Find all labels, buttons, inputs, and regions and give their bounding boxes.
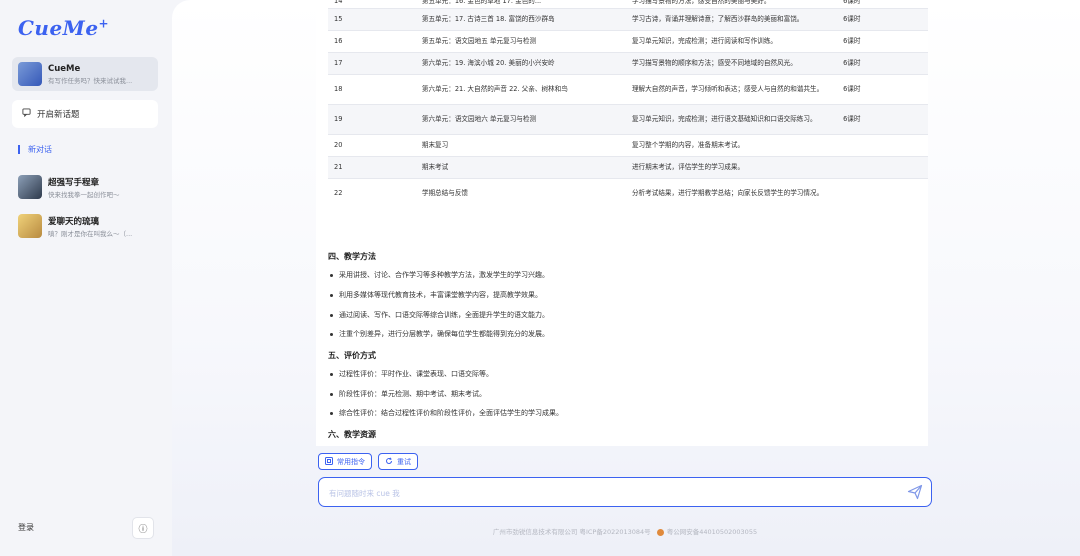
send-icon[interactable] bbox=[907, 484, 923, 500]
chat-subtitle: 嗔？刚才是你在叫我么～（... bbox=[48, 229, 133, 238]
list-item: 综合性评价：结合过程性评价和阶段性评价，全面评估学生的学习成果。 bbox=[328, 408, 563, 418]
table-cell: 15 bbox=[328, 8, 416, 31]
table-cell: 第六单元：21. 大自然的声音 22. 父亲、树林和鸟 bbox=[415, 74, 626, 105]
chat-subtitle: 有写作任务吗？快来试试我... bbox=[48, 76, 133, 85]
list-item: 采用讲授、讨论、合作学习等多种教学方法，激发学生的学习兴趣。 bbox=[328, 270, 549, 280]
chat-title: 超强写手程章 bbox=[48, 177, 100, 188]
table-cell: 期末考试 bbox=[415, 156, 626, 179]
table-cell: 第五单元：语文园地五 单元复习与检测 bbox=[415, 30, 626, 53]
table-cell: 第五单元：17. 古诗三首 18. 富饶的西沙群岛 bbox=[415, 8, 626, 31]
icp-link[interactable]: 广州市劲锐信息技术有限公司 粤ICP备2022013084号 bbox=[493, 528, 651, 536]
table-cell: 进行期末考试，评估学生的学习成果。 bbox=[625, 156, 838, 179]
police-record-link[interactable]: 粤公网安备44010502003055 bbox=[667, 528, 757, 536]
table-row: 21 期末考试 进行期末考试，评估学生的学习成果。 bbox=[328, 156, 928, 179]
table-row: 16 第五单元：语文园地五 单元复习与检测 复习单元知识，完成检测；进行阅读和写作训… bbox=[328, 30, 928, 53]
chat-title: CueMe bbox=[48, 63, 81, 74]
table-cell: 16 bbox=[328, 30, 416, 53]
table-cell: 6课时 bbox=[837, 52, 928, 75]
table-cell: 复习整个学期的内容，准备期末考试。 bbox=[625, 134, 838, 157]
list-item: 通过阅读、写作、口语交际等综合训练，全面提升学生的语文能力。 bbox=[328, 310, 549, 320]
avatar bbox=[18, 175, 42, 199]
table-cell: 学习古诗，背诵并理解诗意；了解西沙群岛的美丽和富饶。 bbox=[625, 8, 838, 31]
chat-item-writer[interactable]: 超强写手程章 快来找我拳一起创作吧～ bbox=[12, 170, 158, 204]
table-cell: 复习单元知识，完成检测；进行阅读和写作训练。 bbox=[625, 30, 838, 53]
new-topic-button[interactable]: 开启新话题 bbox=[12, 100, 158, 128]
chat-title: 爱聊天的琉璃 bbox=[48, 216, 100, 227]
section-label: 新对话 bbox=[28, 145, 52, 154]
police-badge-icon bbox=[656, 528, 664, 536]
retry-button[interactable]: 重试 bbox=[378, 453, 418, 470]
table-cell: 学期总结与反馈 bbox=[415, 178, 626, 209]
table-cell: 20 bbox=[328, 134, 416, 157]
avatar bbox=[18, 214, 42, 238]
avatar bbox=[18, 62, 42, 86]
table-cell: 第五单元：16. 金色的草地 17. 金色的... bbox=[415, 0, 626, 9]
retry-label: 重试 bbox=[397, 457, 411, 466]
chat-item-cueme[interactable]: CueMe 有写作任务吗？快来试试我... bbox=[12, 57, 158, 91]
new-chat-icon bbox=[22, 108, 31, 120]
table-row: 17 第六单元：19. 海滨小城 20. 美丽的小兴安岭 学习描写景物的顺序和方法；… bbox=[328, 52, 928, 75]
login-link[interactable]: 登录 bbox=[18, 522, 34, 533]
chat-subtitle: 快来找我拳一起创作吧～ bbox=[48, 190, 120, 199]
table-cell bbox=[837, 156, 928, 179]
table-cell: 学习描写景物的方法，感受自然的美丽与美好。 bbox=[625, 0, 838, 9]
table-row: 15 第五单元：17. 古诗三首 18. 富饶的西沙群岛 学习古诗，背诵并理解诗意；… bbox=[328, 8, 928, 31]
table-cell: 21 bbox=[328, 156, 416, 179]
table-cell: 分析考试结果，进行学期教学总结；向家长反馈学生的学习情况。 bbox=[625, 178, 838, 209]
table-cell: 6课时 bbox=[837, 74, 928, 105]
main-panel: 14 第五单元：16. 金色的草地 17. 金色的... 学习描写景物的方法，感受自… bbox=[172, 0, 1080, 556]
common-commands-label: 常用指令 bbox=[337, 457, 365, 466]
section-new-chat: 新对话 bbox=[18, 144, 52, 155]
section-title-methods: 四、教学方法 bbox=[328, 252, 376, 261]
cueme-logo[interactable]: CueMe+ bbox=[18, 16, 109, 40]
refresh-icon bbox=[385, 456, 393, 467]
list-item: 阶段性评价：单元检测、期中考试、期末考试。 bbox=[328, 389, 486, 399]
table-row: 22 学期总结与反馈 分析考试结果，进行学期教学总结；向家长反馈学生的学习情况。 bbox=[328, 178, 928, 209]
table-cell bbox=[837, 134, 928, 157]
table-cell: 理解大自然的声音，学习倾听和表达；感受人与自然的和谐共生。 bbox=[625, 74, 838, 105]
table-cell: 19 bbox=[328, 104, 416, 135]
list-item: 利用多媒体等现代教育技术，丰富课堂教学内容，提高教学效果。 bbox=[328, 290, 542, 300]
table-cell: 14 bbox=[328, 0, 416, 9]
table-cell: 6课时 bbox=[837, 104, 928, 135]
common-commands-button[interactable]: 常用指令 bbox=[318, 453, 372, 470]
chat-input[interactable] bbox=[327, 485, 891, 501]
table-cell: 6课时 bbox=[837, 30, 928, 53]
table-cell: 期末复习 bbox=[415, 134, 626, 157]
section-title-evaluation: 五、评价方式 bbox=[328, 351, 376, 360]
table-row: 20 期末复习 复习整个学期的内容，准备期末考试。 bbox=[328, 134, 928, 157]
list-item: 注重个别差异，进行分层教学，确保每位学生都能得到充分的发展。 bbox=[328, 329, 549, 339]
table-cell: 6课时 bbox=[837, 8, 928, 31]
list-item: 过程性评价：平时作业、课堂表现、口语交际等。 bbox=[328, 369, 493, 379]
message-content: 14 第五单元：16. 金色的草地 17. 金色的... 学习描写景物的方法，感受自… bbox=[316, 0, 928, 446]
table-cell: 学习描写景物的顺序和方法；感受不同地域的自然风光。 bbox=[625, 52, 838, 75]
table-row: 19 第六单元：语文园地六 单元复习与检测 复习单元知识，完成检测；进行语文基础知识… bbox=[328, 104, 928, 135]
section-indicator bbox=[18, 145, 20, 154]
section-title-resources: 六、教学资源 bbox=[328, 430, 376, 439]
table-cell: 6课时 bbox=[837, 0, 928, 9]
table-cell bbox=[837, 178, 928, 209]
footer: 广州市劲锐信息技术有限公司 粤ICP备2022013084号 粤公网安备44010… bbox=[318, 526, 932, 536]
sidebar: CueMe+ CueMe 有写作任务吗？快来试试我... 开启新话题 新对话 超… bbox=[0, 0, 170, 556]
info-icon[interactable]: ⓘ bbox=[132, 517, 154, 539]
table-cell: 第六单元：19. 海滨小城 20. 美丽的小兴安岭 bbox=[415, 52, 626, 75]
teaching-schedule-table: 14 第五单元：16. 金色的草地 17. 金色的... 学习描写景物的方法，感受自… bbox=[328, 0, 928, 209]
chat-input-box bbox=[318, 477, 932, 507]
table-cell: 第六单元：语文园地六 单元复习与检测 bbox=[415, 104, 626, 135]
table-cell: 22 bbox=[328, 178, 416, 209]
table-row: 18 第六单元：21. 大自然的声音 22. 父亲、树林和鸟 理解大自然的声音，学习… bbox=[328, 74, 928, 105]
table-row: 14 第五单元：16. 金色的草地 17. 金色的... 学习描写景物的方法，感受自… bbox=[328, 0, 928, 9]
command-icon bbox=[325, 456, 333, 467]
logo-mark: + bbox=[98, 16, 110, 31]
new-topic-label: 开启新话题 bbox=[37, 110, 80, 120]
logo-text: CueMe bbox=[18, 16, 99, 40]
table-cell: 复习单元知识，完成检测；进行语文基础知识和口语交际练习。 bbox=[625, 104, 838, 135]
table-cell: 18 bbox=[328, 74, 416, 105]
chat-item-liuli[interactable]: 爱聊天的琉璃 嗔？刚才是你在叫我么～（... bbox=[12, 209, 158, 243]
table-cell: 17 bbox=[328, 52, 416, 75]
